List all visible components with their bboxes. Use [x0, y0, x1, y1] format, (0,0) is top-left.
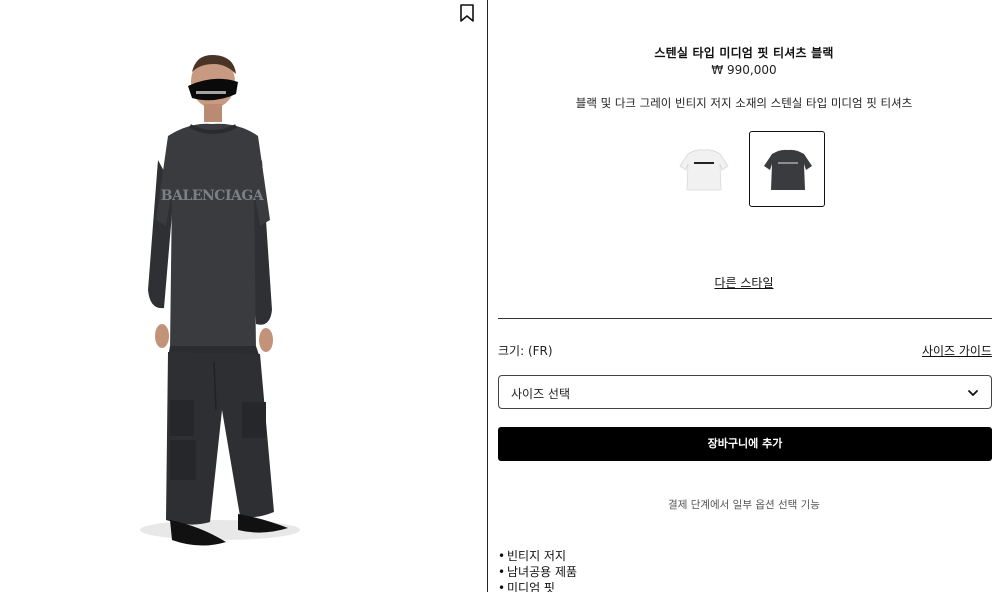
add-to-cart-button[interactable]: 장바구니에 추가: [498, 427, 992, 461]
size-guide-link[interactable]: 사이즈 가이드: [922, 342, 992, 359]
tshirt-black-thumbnail: [764, 149, 812, 190]
checkout-options-note: 결제 단계에서 일부 옵션 선택 기능: [668, 499, 820, 511]
product-title: 스텐실 타입 미디엄 핏 티셔츠 블랙: [654, 46, 834, 60]
list-item: • 미디엄 핏: [498, 581, 555, 592]
bookmark-icon[interactable]: [459, 4, 475, 22]
size-select[interactable]: 사이즈 선택: [498, 375, 992, 409]
other-style-link[interactable]: 다른 스타일: [488, 274, 1000, 291]
product-image-pane: BALENCIAGA: [0, 0, 487, 592]
svg-text:BALENCIAGA: BALENCIAGA: [161, 188, 265, 204]
section-divider: [498, 318, 992, 319]
feature-list: • 빈티지 저지 • 남녀공용 제품 • 미디엄 핏: [498, 548, 577, 592]
size-select-value: 사이즈 선택: [511, 387, 571, 401]
product-price: ₩ 990,000: [711, 63, 777, 77]
product-model-image: BALENCIAGA: [140, 54, 300, 546]
chevron-down-icon: [968, 390, 978, 396]
product-description: 블랙 및 다크 그레이 빈티지 저지 소재의 스텐실 타입 미디엄 핏 티셔츠: [575, 96, 913, 110]
list-item: • 남녀공용 제품: [498, 565, 578, 579]
size-label: 크기: (FR): [498, 344, 553, 358]
list-item: • 빈티지 저지: [498, 549, 567, 563]
color-swatch-white[interactable]: [665, 131, 741, 207]
tshirt-white-thumbnail: [679, 149, 729, 191]
color-swatch-black[interactable]: [749, 131, 825, 207]
product-detail-panel: 스텐실 타입 미디엄 핏 티셔츠 블랙 ₩ 990,000 블랙 및 다크 그레…: [488, 0, 1000, 592]
